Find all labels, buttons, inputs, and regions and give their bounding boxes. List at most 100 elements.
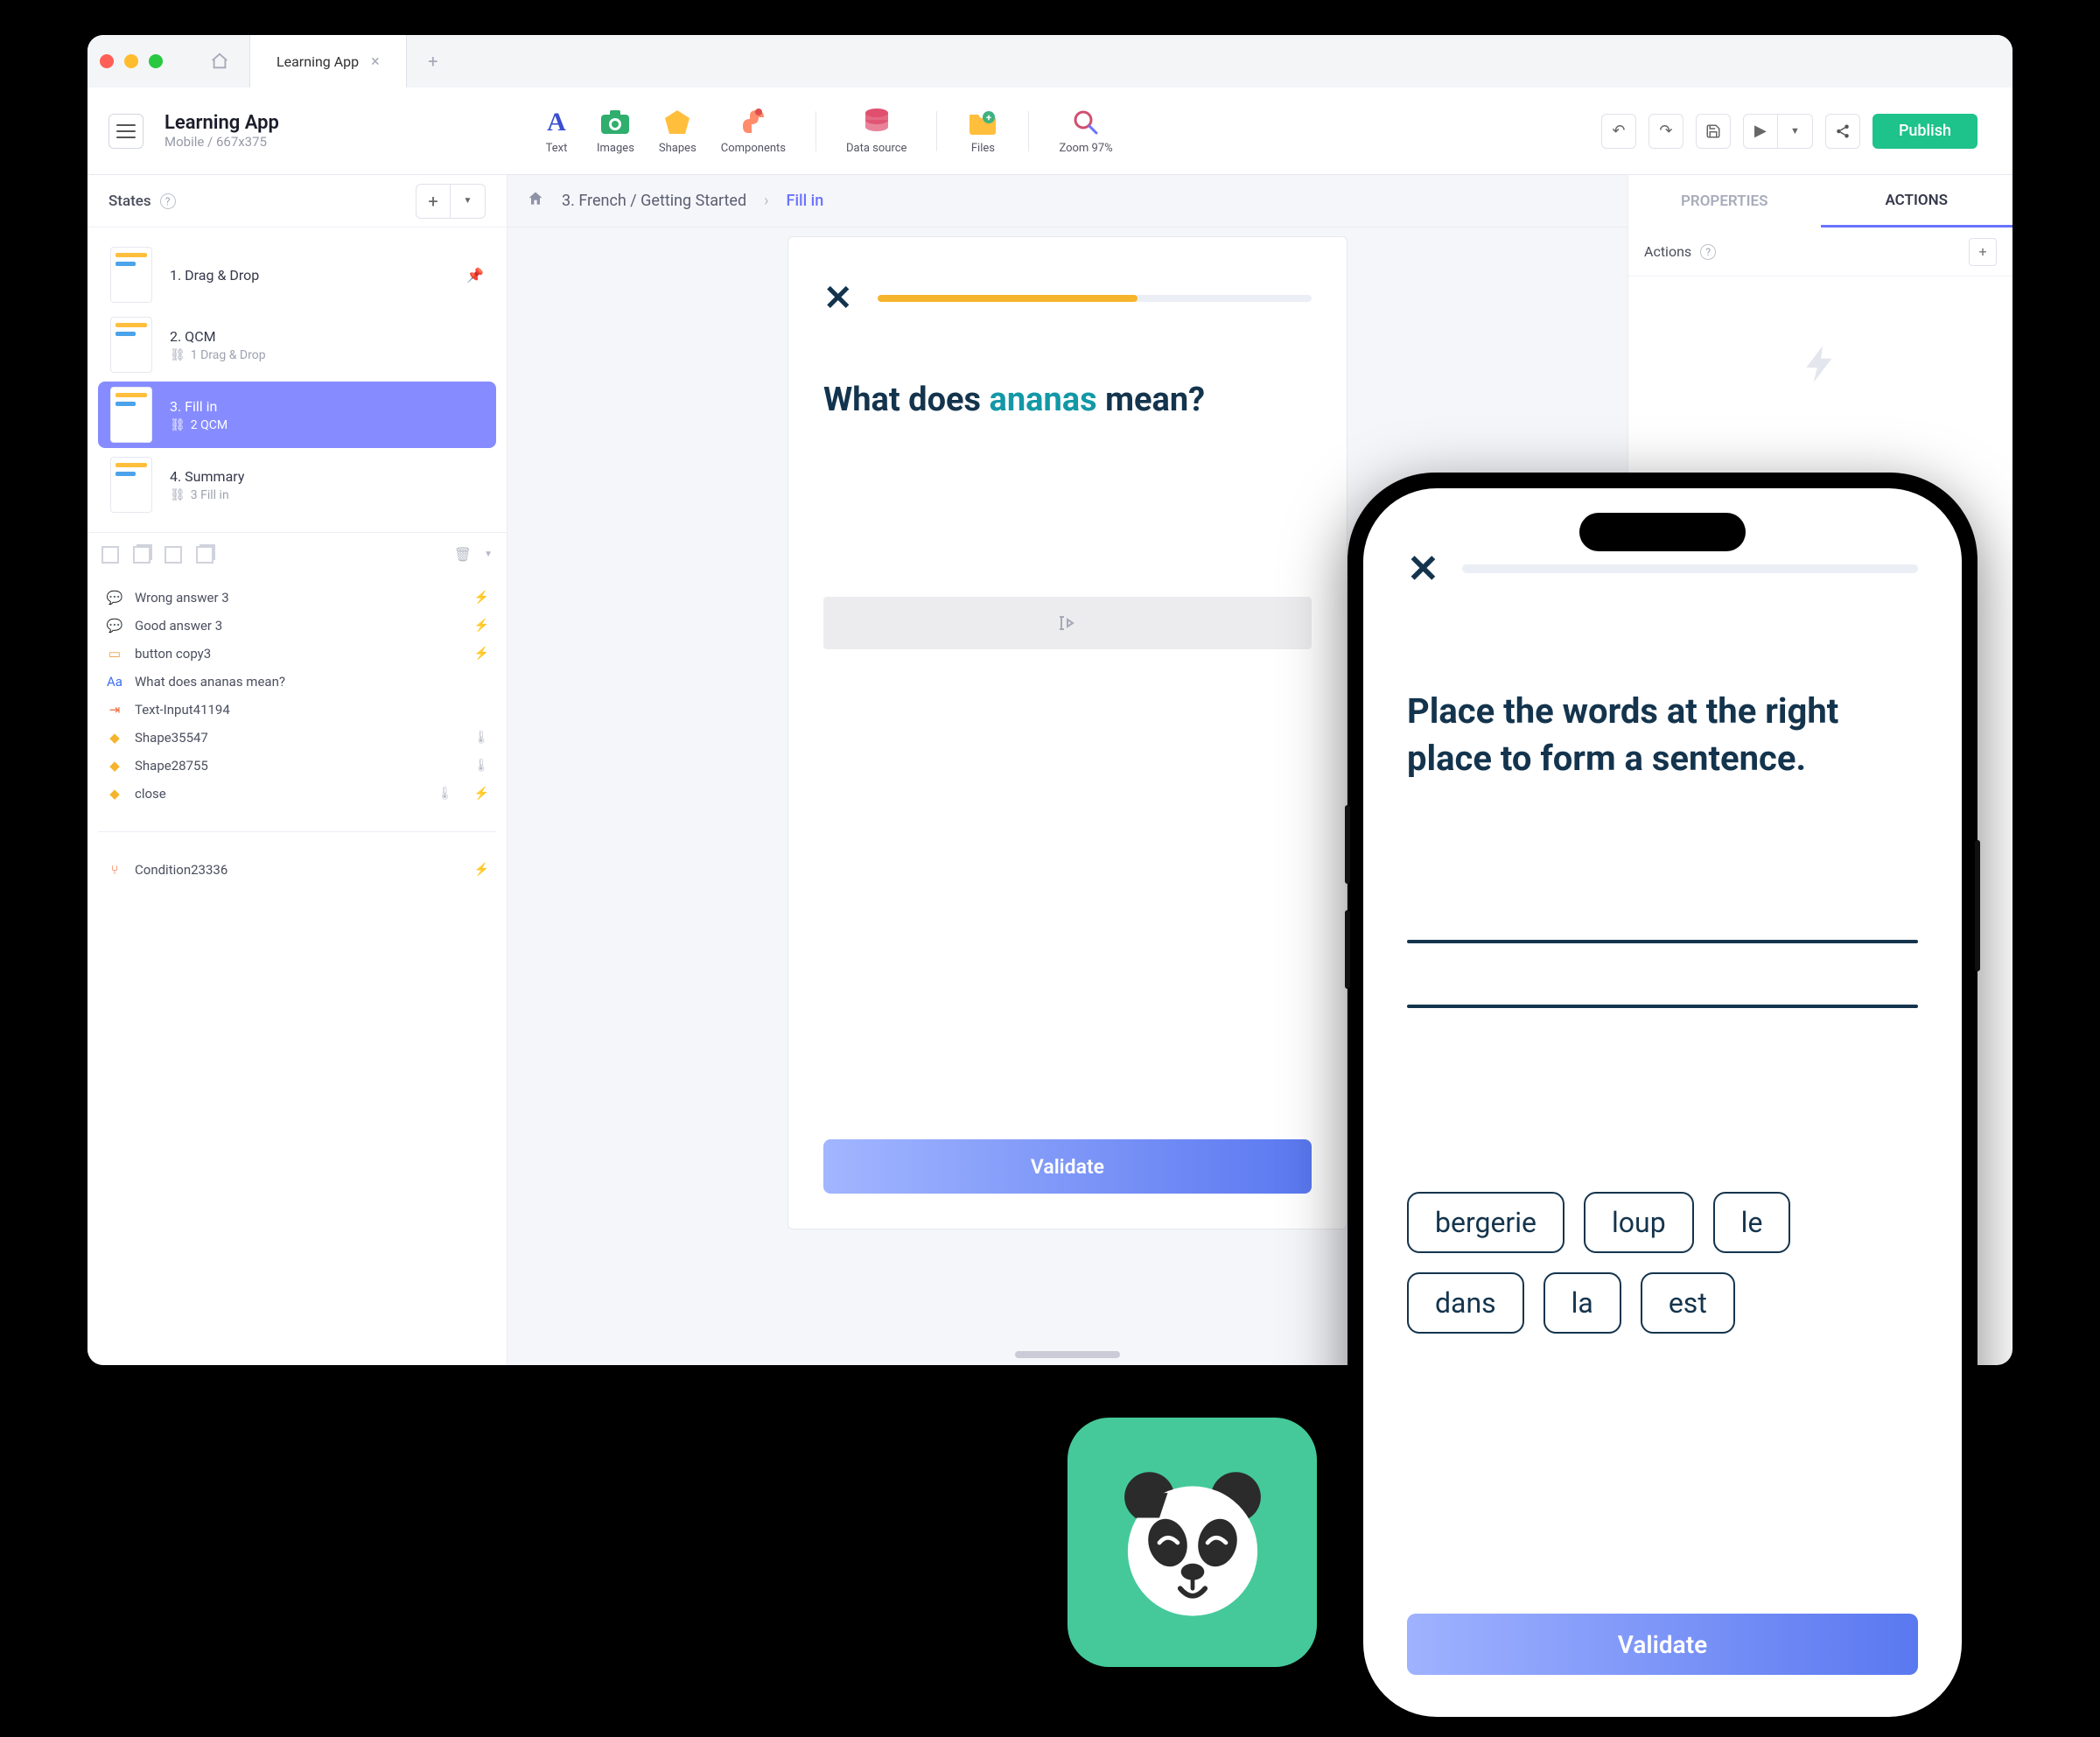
word-chip[interactable]: dans xyxy=(1407,1272,1524,1334)
word-chip[interactable]: la xyxy=(1544,1272,1621,1334)
tab-actions[interactable]: ACTIONS xyxy=(1821,175,2013,228)
breadcrumb-path[interactable]: 3. French / Getting Started xyxy=(562,192,746,210)
layer-item[interactable]: 💬Wrong answer 3⚡ xyxy=(94,585,500,611)
add-state-group: + ▼ xyxy=(416,184,486,219)
close-icon[interactable]: ✕ xyxy=(1407,546,1439,592)
phone-validate-button[interactable]: Validate xyxy=(1407,1614,1918,1675)
phone-top-row: ✕ xyxy=(1407,546,1918,592)
publish-button[interactable]: Publish xyxy=(1872,114,1978,149)
word-chip[interactable]: bergerie xyxy=(1407,1192,1564,1253)
layer-item[interactable]: ⇥Text-Input41194 xyxy=(94,697,500,723)
trash-icon[interactable]: 🗑 xyxy=(454,546,472,563)
horizontal-scrollbar[interactable] xyxy=(1015,1351,1120,1358)
help-icon[interactable]: ? xyxy=(160,193,176,209)
layer-item[interactable]: AaWhat does ananas mean? xyxy=(94,669,500,695)
answer-input[interactable] xyxy=(823,597,1312,649)
layer-label: button copy3 xyxy=(135,646,211,662)
trash-dropdown[interactable]: ▼ xyxy=(484,550,493,559)
menu-button[interactable] xyxy=(108,114,144,149)
share-button[interactable] xyxy=(1825,114,1860,149)
layer-label: Good answer 3 xyxy=(135,618,222,634)
layer-item[interactable]: ▭button copy3⚡ xyxy=(94,641,500,667)
datasource-icon xyxy=(861,107,892,138)
preview-button[interactable]: ▶ xyxy=(1743,114,1778,149)
preview-dropdown[interactable]: ▼ xyxy=(1778,114,1813,149)
word-chip[interactable]: loup xyxy=(1584,1192,1694,1253)
tool-zoom[interactable]: Zoom 97% xyxy=(1059,107,1112,155)
add-tab-button[interactable]: + xyxy=(407,51,459,72)
layer-item[interactable]: 💬Good answer 3⚡ xyxy=(94,613,500,639)
add-action-button[interactable]: + xyxy=(1969,238,1997,266)
layer-type-icon: ▭ xyxy=(105,646,124,662)
tab-properties[interactable]: PROPERTIES xyxy=(1628,175,1821,228)
pin-icon[interactable]: 📌 xyxy=(466,267,484,284)
breadcrumb-home-icon[interactable] xyxy=(527,190,544,212)
layer-label: close xyxy=(135,786,166,802)
link-icon: ⛓ xyxy=(170,418,186,432)
layer-tool-2[interactable] xyxy=(133,546,150,564)
help-icon[interactable]: ? xyxy=(1700,244,1716,260)
bolt-icon: ⚡ xyxy=(474,591,489,605)
window-titlebar: Learning App × + xyxy=(88,35,2012,88)
window-traffic-lights xyxy=(100,54,163,68)
tool-text[interactable]: A Text xyxy=(541,107,572,155)
breadcrumb-current[interactable]: Fill in xyxy=(787,192,824,210)
main-toolbar: A Text Images Shapes Components xyxy=(525,107,2012,155)
layer-item[interactable]: ◆Shape35547🌡 xyxy=(94,725,500,751)
sentence-slot[interactable] xyxy=(1407,940,1918,943)
layer-type-icon: 💬 xyxy=(105,590,124,606)
toolbar-divider xyxy=(936,111,937,151)
tool-components[interactable]: Components xyxy=(721,107,786,155)
close-tab-icon[interactable]: × xyxy=(371,53,380,71)
panda-icon xyxy=(1110,1460,1276,1626)
layer-item[interactable]: ◆Shape28755🌡 xyxy=(94,753,500,779)
zoom-icon xyxy=(1070,107,1102,138)
undo-button[interactable]: ↶ xyxy=(1601,114,1636,149)
layer-label: What does ananas mean? xyxy=(135,674,285,690)
preview-button-group: ▶ ▼ xyxy=(1743,114,1813,149)
layer-item[interactable]: ⑂Condition23336⚡ xyxy=(94,857,500,883)
state-item-qcm[interactable]: 2. QCM ⛓1 Drag & Drop xyxy=(98,312,496,378)
header-controls: ↶ ↷ ▶ ▼ Publish xyxy=(1601,114,1997,149)
sentence-slot[interactable] xyxy=(1407,1005,1918,1008)
layer-tool-4[interactable] xyxy=(196,546,214,564)
link-icon: ⛓ xyxy=(170,488,186,502)
state-item-summary[interactable]: 4. Summary ⛓3 Fill in xyxy=(98,452,496,518)
sentence-slots[interactable] xyxy=(1407,940,1918,1008)
close-icon[interactable]: ✕ xyxy=(823,277,853,319)
states-header: States ? + ▼ xyxy=(88,175,507,228)
add-state-button[interactable]: + xyxy=(416,184,451,219)
layer-type-icon: ◆ xyxy=(105,758,124,774)
save-button[interactable] xyxy=(1696,114,1731,149)
close-window-button[interactable] xyxy=(100,54,114,68)
word-chip[interactable]: le xyxy=(1713,1192,1791,1253)
project-info: Learning App Mobile / 667x375 xyxy=(88,112,525,150)
tool-datasource[interactable]: Data source xyxy=(846,107,906,155)
layer-label: Shape28755 xyxy=(135,758,208,774)
project-title: Learning App xyxy=(164,112,279,134)
tab-home[interactable] xyxy=(189,35,250,88)
minimize-window-button[interactable] xyxy=(124,54,138,68)
add-state-dropdown[interactable]: ▼ xyxy=(451,184,486,219)
actions-label: Actions xyxy=(1644,243,1691,260)
layer-tool-3[interactable] xyxy=(164,546,182,564)
tool-images[interactable]: Images xyxy=(597,107,634,155)
tool-shapes[interactable]: Shapes xyxy=(659,107,696,155)
state-thumbnail xyxy=(110,317,152,373)
word-chip[interactable]: est xyxy=(1641,1272,1735,1334)
layer-tool-1[interactable] xyxy=(102,546,119,564)
validate-button[interactable]: Validate xyxy=(823,1139,1312,1194)
layer-label: Shape35547 xyxy=(135,730,208,746)
device-frame[interactable]: ✕ What does ananas mean? Validate xyxy=(788,236,1348,1229)
layer-label: Text-Input41194 xyxy=(135,702,230,718)
tab-learning-app[interactable]: Learning App × xyxy=(250,35,407,88)
state-item-drag-drop[interactable]: 1. Drag & Drop 📌 xyxy=(98,242,496,308)
phone-volume-up xyxy=(1345,805,1350,884)
tool-files[interactable]: + Files xyxy=(967,107,998,155)
state-item-fill-in[interactable]: 3. Fill in ⛓2 QCM xyxy=(98,382,496,448)
shapes-icon xyxy=(662,107,693,138)
maximize-window-button[interactable] xyxy=(149,54,163,68)
link-icon: ⛓ xyxy=(170,348,186,362)
redo-button[interactable]: ↷ xyxy=(1648,114,1684,149)
layer-item[interactable]: ◆close🌡⚡ xyxy=(94,781,500,807)
